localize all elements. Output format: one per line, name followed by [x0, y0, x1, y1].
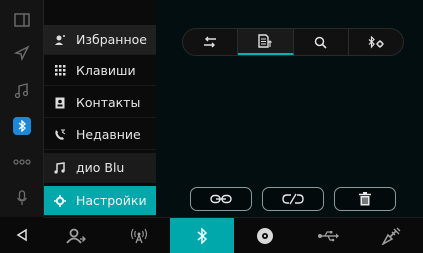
microphone-icon[interactable] — [0, 183, 44, 213]
menu-item-favorites[interactable]: Избранное — [44, 25, 156, 55]
system-rail — [0, 0, 44, 253]
contacts-mode-icon[interactable] — [44, 218, 107, 253]
disc-icon[interactable] — [234, 218, 297, 253]
bluetooth-settings-panel — [156, 0, 423, 217]
back-arrow-icon[interactable] — [0, 217, 44, 253]
apps-icon[interactable] — [0, 147, 44, 177]
menu-item-label: дио Blu — [76, 160, 125, 175]
menu-item-label: Недавние — [76, 127, 141, 142]
menu-item-keypad[interactable]: Клавиши — [44, 56, 156, 86]
split-screen-icon[interactable] — [0, 5, 44, 35]
delete-icon[interactable] — [334, 187, 396, 211]
contacts-icon — [44, 97, 76, 109]
menu-item-label: Контакты — [76, 95, 141, 110]
menu-item-label: Клавиши — [76, 63, 136, 78]
source-bar — [44, 217, 423, 253]
menu-item-contacts[interactable]: Контакты — [44, 88, 156, 118]
device-list-icon[interactable] — [238, 29, 294, 55]
bluetooth-mode-icon[interactable] — [170, 218, 234, 253]
favorites-icon — [44, 34, 76, 46]
transfer-icon[interactable] — [183, 29, 239, 55]
settings-tab-bar — [182, 28, 404, 56]
menu-item-label: Настройки — [76, 193, 147, 208]
search-icon[interactable] — [294, 29, 349, 55]
menu-item-recent[interactable]: Недавние — [44, 120, 156, 150]
bt-audio-icon — [44, 161, 76, 174]
menu-item-bt-audio[interactable]: дио Blu — [44, 153, 156, 183]
radio-icon[interactable] — [107, 218, 170, 253]
keypad-icon — [44, 65, 76, 76]
menu-item-label: Избранное — [76, 32, 147, 47]
bluetooth-icon[interactable] — [13, 117, 31, 135]
usb-icon[interactable] — [297, 218, 360, 253]
recent-calls-icon — [44, 129, 76, 141]
connect-icon[interactable] — [190, 187, 252, 211]
settings-icon — [44, 194, 76, 207]
device-action-row — [190, 187, 396, 211]
navigation-icon[interactable] — [0, 38, 44, 68]
bt-settings-icon[interactable] — [349, 29, 403, 55]
phone-menu: Избранное Клавиши Контакты Недавние дио … — [44, 0, 156, 217]
music-icon[interactable] — [0, 76, 44, 106]
disconnect-icon[interactable] — [262, 187, 324, 211]
menu-item-settings[interactable]: Настройки — [44, 186, 156, 216]
settings-mode-icon[interactable] — [360, 218, 423, 253]
